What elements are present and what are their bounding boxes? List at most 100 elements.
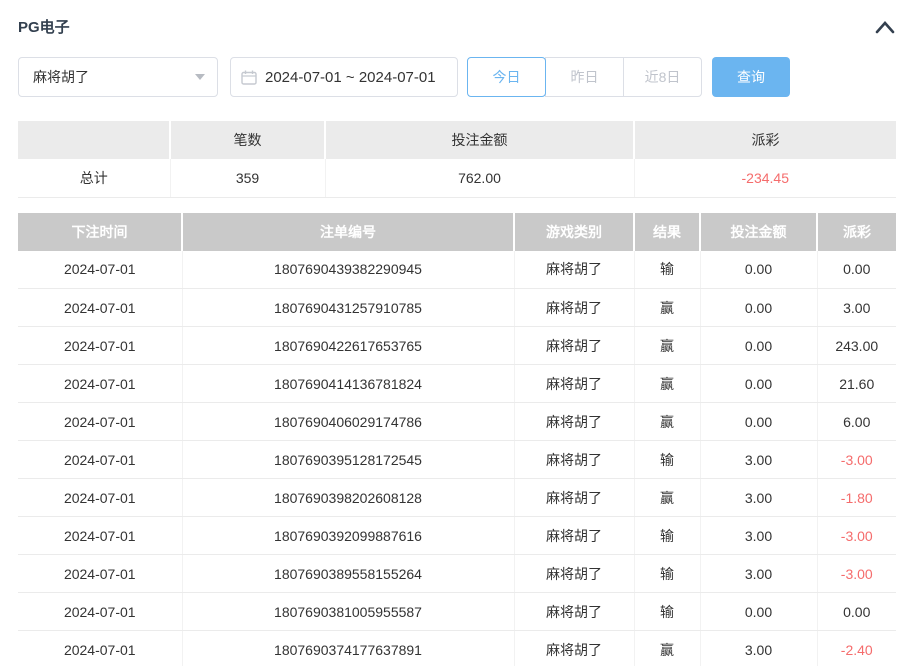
- yesterday-button[interactable]: 昨日: [545, 57, 624, 97]
- cell-payout: -1.80: [817, 479, 896, 517]
- records-header-row: 下注时间 注单编号 游戏类别 结果 投注金额 派彩: [18, 213, 896, 251]
- cell-payout: 0.00: [817, 593, 896, 631]
- cell-payout: -3.00: [817, 517, 896, 555]
- page-title: PG电子: [18, 16, 70, 37]
- cell-bet-amount: 0.00: [700, 365, 817, 403]
- date-range-input[interactable]: 2024-07-01 ~ 2024-07-01: [230, 57, 458, 97]
- panel-header: PG电子: [0, 0, 914, 37]
- cell-game-type: 麻将胡了: [514, 327, 634, 365]
- cell-result: 输: [634, 593, 700, 631]
- cell-order-no: 1807690381005955587: [182, 593, 514, 631]
- cell-order-no: 1807690398202608128: [182, 479, 514, 517]
- table-row: 2024-07-01 1807690395128172545 麻将胡了 输 3.…: [18, 441, 896, 479]
- cell-order-no: 1807690431257910785: [182, 289, 514, 327]
- last-8-days-button[interactable]: 近8日: [623, 57, 702, 97]
- cell-order-no: 1807690422617653765: [182, 327, 514, 365]
- cell-bet-time: 2024-07-01: [18, 593, 182, 631]
- cell-order-no: 1807690414136781824: [182, 365, 514, 403]
- summary-total-row: 总计 359 762.00 -234.45: [18, 159, 896, 197]
- table-row: 2024-07-01 1807690392099887616 麻将胡了 输 3.…: [18, 517, 896, 555]
- cell-bet-time: 2024-07-01: [18, 327, 182, 365]
- cell-order-no: 1807690406029174786: [182, 403, 514, 441]
- cell-result: 赢: [634, 631, 700, 666]
- cell-bet-time: 2024-07-01: [18, 441, 182, 479]
- cell-order-no: 1807690392099887616: [182, 517, 514, 555]
- summary-total-payout: -234.45: [634, 159, 896, 197]
- cell-game-type: 麻将胡了: [514, 555, 634, 593]
- cell-game-type: 麻将胡了: [514, 593, 634, 631]
- cell-bet-amount: 0.00: [700, 403, 817, 441]
- cell-result: 赢: [634, 403, 700, 441]
- table-row: 2024-07-01 1807690406029174786 麻将胡了 赢 0.…: [18, 403, 896, 441]
- cell-payout: -3.00: [817, 441, 896, 479]
- cell-game-type: 麻将胡了: [514, 289, 634, 327]
- collapse-button[interactable]: [874, 19, 896, 35]
- table-row: 2024-07-01 1807690389558155264 麻将胡了 输 3.…: [18, 555, 896, 593]
- cell-bet-amount: 0.00: [700, 593, 817, 631]
- cell-game-type: 麻将胡了: [514, 441, 634, 479]
- cell-bet-time: 2024-07-01: [18, 403, 182, 441]
- cell-result: 输: [634, 555, 700, 593]
- summary-header-row: 笔数 投注金额 派彩: [18, 121, 896, 159]
- cell-game-type: 麻将胡了: [514, 631, 634, 666]
- cell-bet-time: 2024-07-01: [18, 365, 182, 403]
- summary-table: 笔数 投注金额 派彩 总计 359 762.00 -234.45: [18, 121, 896, 198]
- cell-payout: 6.00: [817, 403, 896, 441]
- panel: PG电子 麻将胡了 2024-07-01 ~ 2024-0: [0, 0, 914, 666]
- chevron-up-icon: [874, 23, 896, 38]
- cell-result: 赢: [634, 365, 700, 403]
- cell-bet-time: 2024-07-01: [18, 289, 182, 327]
- cell-game-type: 麻将胡了: [514, 403, 634, 441]
- summary-total-label: 总计: [18, 159, 170, 197]
- cell-game-type: 麻将胡了: [514, 251, 634, 289]
- game-select-value: 麻将胡了: [33, 67, 89, 87]
- col-header-order-no: 注单编号: [182, 213, 514, 251]
- cell-order-no: 1807690389558155264: [182, 555, 514, 593]
- cell-payout: 0.00: [817, 251, 896, 289]
- summary-total-count: 359: [170, 159, 325, 197]
- summary-total-bet-amount: 762.00: [325, 159, 634, 197]
- cell-bet-amount: 3.00: [700, 631, 817, 666]
- cell-result: 赢: [634, 479, 700, 517]
- cell-game-type: 麻将胡了: [514, 479, 634, 517]
- cell-result: 输: [634, 441, 700, 479]
- cell-order-no: 1807690395128172545: [182, 441, 514, 479]
- cell-order-no: 1807690374177637891: [182, 631, 514, 666]
- cell-result: 赢: [634, 289, 700, 327]
- cell-bet-time: 2024-07-01: [18, 517, 182, 555]
- col-header-payout: 派彩: [817, 213, 896, 251]
- game-select[interactable]: 麻将胡了: [18, 57, 218, 97]
- table-row: 2024-07-01 1807690439382290945 麻将胡了 输 0.…: [18, 251, 896, 289]
- table-row: 2024-07-01 1807690381005955587 麻将胡了 输 0.…: [18, 593, 896, 631]
- date-range-value: 2024-07-01 ~ 2024-07-01: [265, 69, 436, 86]
- cell-bet-time: 2024-07-01: [18, 479, 182, 517]
- table-row: 2024-07-01 1807690414136781824 麻将胡了 赢 0.…: [18, 365, 896, 403]
- table-row: 2024-07-01 1807690374177637891 麻将胡了 赢 3.…: [18, 631, 896, 666]
- cell-payout: 243.00: [817, 327, 896, 365]
- summary-header-bet-amount: 投注金额: [325, 121, 634, 159]
- cell-game-type: 麻将胡了: [514, 517, 634, 555]
- cell-bet-amount: 3.00: [700, 517, 817, 555]
- summary-header-payout: 派彩: [634, 121, 896, 159]
- cell-bet-amount: 0.00: [700, 289, 817, 327]
- today-button[interactable]: 今日: [467, 57, 546, 97]
- cell-bet-amount: 3.00: [700, 441, 817, 479]
- summary-header-blank: [18, 121, 170, 159]
- calendar-icon: [241, 70, 257, 85]
- cell-bet-amount: 3.00: [700, 479, 817, 517]
- cell-bet-amount: 0.00: [700, 327, 817, 365]
- search-button[interactable]: 查询: [712, 57, 790, 97]
- cell-bet-time: 2024-07-01: [18, 555, 182, 593]
- cell-payout: 3.00: [817, 289, 896, 327]
- cell-game-type: 麻将胡了: [514, 365, 634, 403]
- cell-bet-time: 2024-07-01: [18, 251, 182, 289]
- quick-date-button-group: 今日 昨日 近8日: [467, 57, 702, 97]
- table-row: 2024-07-01 1807690398202608128 麻将胡了 赢 3.…: [18, 479, 896, 517]
- cell-result: 输: [634, 251, 700, 289]
- cell-payout: -2.40: [817, 631, 896, 666]
- cell-result: 赢: [634, 327, 700, 365]
- cell-order-no: 1807690439382290945: [182, 251, 514, 289]
- records-table: 下注时间 注单编号 游戏类别 结果 投注金额 派彩 2024-07-01 180…: [18, 213, 896, 666]
- col-header-bet-time: 下注时间: [18, 213, 182, 251]
- cell-payout: -3.00: [817, 555, 896, 593]
